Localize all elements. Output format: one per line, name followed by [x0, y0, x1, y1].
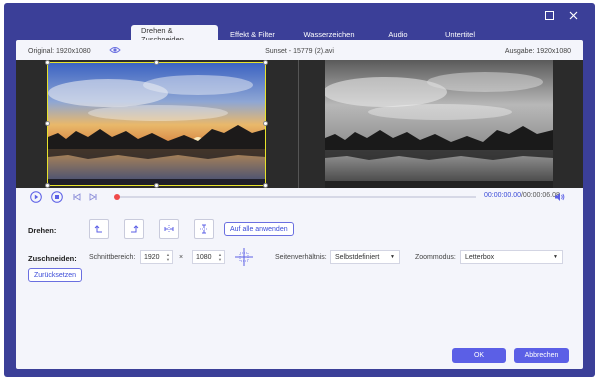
cancel-button[interactable]: Abbrechen — [514, 348, 569, 363]
flip-horizontal-icon — [164, 225, 174, 233]
aspect-ratio-select[interactable]: Selbstdefiniert ▼ — [330, 250, 400, 264]
times-sign: × — [179, 254, 184, 261]
zoom-mode-label: Zoommodus: — [415, 254, 456, 261]
crop-handle-top[interactable] — [154, 60, 159, 65]
rotate-left-icon — [94, 225, 102, 233]
maximize-icon[interactable] — [543, 9, 555, 21]
previous-frame-icon[interactable] — [71, 191, 83, 203]
center-crosshair-icon[interactable] — [235, 248, 253, 266]
file-name: Sunset - 15779 (2).avi — [265, 47, 334, 55]
ok-button[interactable]: OK — [452, 348, 506, 363]
apply-to-all-button[interactable]: Auf alle anwenden — [224, 222, 294, 236]
progress-handle[interactable] — [114, 194, 120, 200]
crop-handle-top-left[interactable] — [45, 60, 50, 65]
crop-area-label: Schnittbereich: — [89, 254, 136, 261]
chevron-down-icon[interactable]: ▼ — [218, 257, 222, 262]
crop-width-value[interactable]: 1920 — [141, 254, 164, 261]
video-preview — [16, 60, 583, 188]
preview-header: Original: 1920x1080 Sunset - 15779 (2).a… — [16, 44, 583, 58]
progress-bar[interactable] — [114, 194, 476, 200]
volume-icon[interactable] — [553, 191, 565, 203]
zoom-mode-value: Letterbox — [465, 253, 495, 261]
chevron-down-icon: ▼ — [390, 254, 395, 260]
rotate-right-button[interactable] — [124, 219, 144, 239]
chevron-down-icon[interactable]: ▼ — [166, 257, 170, 262]
close-icon[interactable] — [567, 9, 579, 21]
play-icon[interactable] — [30, 191, 42, 203]
crop-handle-left[interactable] — [45, 121, 50, 126]
output-resolution: Ausgabe: 1920x1080 — [504, 47, 571, 55]
next-frame-icon[interactable] — [87, 191, 99, 203]
playback-controls: 00:00:00.00/00:00:06.08 — [16, 188, 583, 206]
rotate-left-button[interactable] — [89, 219, 109, 239]
aspect-ratio-value: Selbstdefiniert — [335, 253, 380, 261]
rotate-right-icon — [131, 225, 139, 233]
rotate-label: Drehen: — [28, 226, 57, 235]
crop-handle-top-right[interactable] — [263, 60, 268, 65]
crop-handle-right[interactable] — [263, 121, 268, 126]
original-preview-image[interactable] — [48, 63, 266, 186]
flip-vertical-icon — [200, 224, 208, 234]
aspect-ratio-label: Seitenverhältnis: — [275, 254, 327, 261]
current-time: 00:00:00.00 — [484, 192, 521, 199]
crop-height-value[interactable]: 1080 — [193, 254, 216, 261]
crop-height-stepper[interactable]: 1080 ▲ ▼ — [192, 250, 225, 264]
preview-divider — [298, 60, 299, 188]
crop-label: Zuschneiden: — [28, 254, 77, 263]
crop-width-stepper[interactable]: 1920 ▲ ▼ — [140, 250, 173, 264]
output-preview-image — [325, 60, 553, 188]
chevron-down-icon: ▼ — [553, 254, 558, 260]
stop-icon[interactable] — [51, 191, 63, 203]
flip-vertical-button[interactable] — [194, 219, 214, 239]
flip-horizontal-button[interactable] — [159, 219, 179, 239]
zoom-mode-select[interactable]: Letterbox ▼ — [460, 250, 563, 264]
reset-button[interactable]: Zurücksetzen — [28, 268, 83, 282]
window-controls — [543, 9, 579, 21]
time-display: 00:00:00.00/00:00:06.08 — [484, 192, 560, 199]
